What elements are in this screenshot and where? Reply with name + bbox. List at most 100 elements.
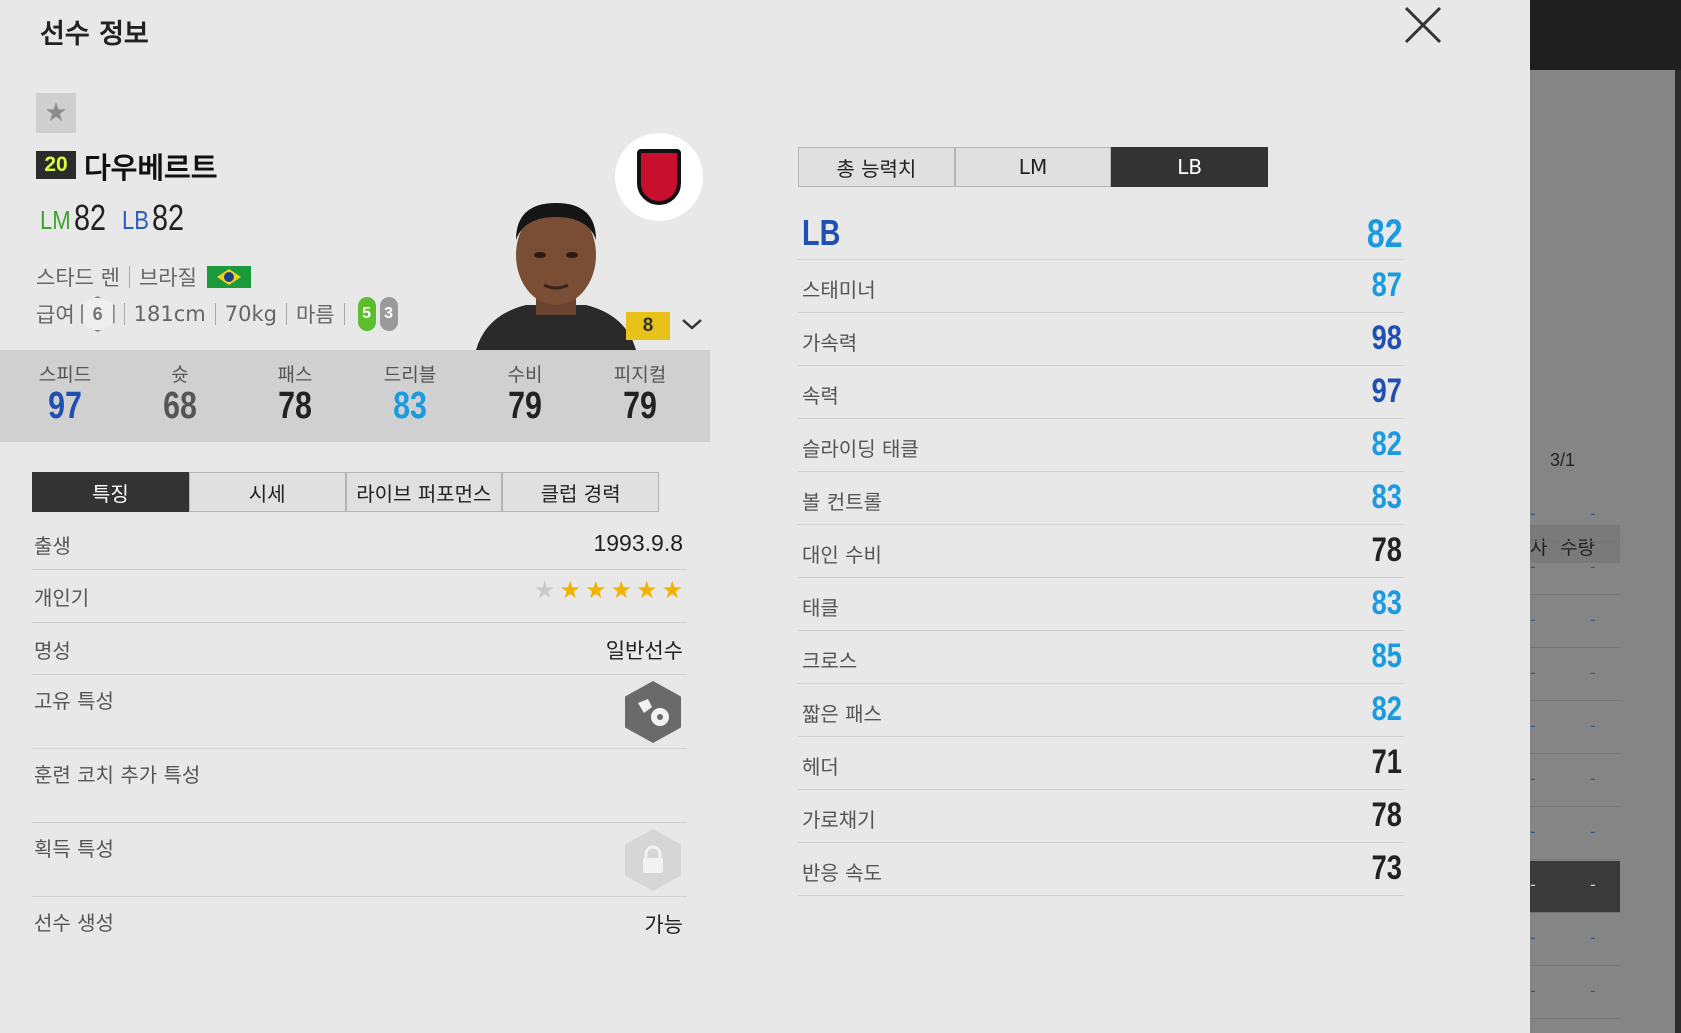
attribute-row: 스태미너 87 <box>798 260 1404 313</box>
attribute-row: 가로채기 78 <box>798 790 1404 843</box>
chevron-down-icon[interactable] <box>680 314 704 334</box>
background-cell: - <box>1530 504 1536 523</box>
popularity-label: 개인기 <box>34 586 90 610</box>
background-app: 3/1 사 수량 -------------------- <box>1530 0 1681 1033</box>
attribute-label: 슬라이딩 태클 <box>802 437 919 461</box>
attribute-row: 속력 97 <box>798 366 1404 419</box>
background-cell: - <box>1590 822 1596 841</box>
background-table-row[interactable]: -- <box>1530 861 1620 913</box>
height: 181cm <box>133 302 206 326</box>
player-create-label: 선수 생성 <box>34 911 114 935</box>
background-cell: - <box>1530 875 1536 894</box>
left-foot-icon: 5 <box>357 297 376 331</box>
background-table-row[interactable]: -- <box>1530 914 1620 966</box>
attribute-position-label: LB <box>802 212 841 253</box>
favorite-star-button[interactable]: ★ <box>36 93 76 133</box>
attribute-position-value: 82 <box>1366 212 1402 256</box>
attribute-value: 71 <box>1371 743 1402 781</box>
position-value-lm: 82 <box>74 197 107 238</box>
player-create-row: 선수 생성 가능 <box>32 897 687 951</box>
attribute-row: 짧은 패스 82 <box>798 684 1404 737</box>
background-table-row[interactable]: -- <box>1530 596 1620 648</box>
reputation-row: 명성 일반선수 <box>32 623 687 675</box>
background-cell: - <box>1530 981 1536 1000</box>
player-physical-info: 급여 6 181cm 70kg 마름 5 3 <box>36 296 398 332</box>
attribute-value: 82 <box>1371 425 1402 463</box>
background-table-row[interactable]: -- <box>1530 649 1620 701</box>
background-table-row[interactable]: -- <box>1530 490 1620 542</box>
tab-info-3[interactable]: 클럽 경력 <box>502 472 659 512</box>
background-cell: - <box>1590 769 1596 788</box>
tab-position-0[interactable]: 총 능력치 <box>798 147 955 187</box>
modal-title: 선수 정보 <box>40 19 149 50</box>
star-icon: ★ <box>559 576 581 604</box>
divider <box>285 303 287 325</box>
background-page-indicator: 3/1 <box>1550 450 1576 470</box>
divider <box>343 303 345 325</box>
background-cell: - <box>1530 663 1536 682</box>
background-scrollbar[interactable] <box>1675 70 1681 1033</box>
player-photo <box>476 203 636 350</box>
enhance-level-badge[interactable]: 8 <box>626 312 670 340</box>
background-cell: - <box>1530 928 1536 947</box>
attribute-label: 짧은 패스 <box>802 702 882 726</box>
stat-label: 피지컬 <box>613 364 667 386</box>
club-crest-icon <box>637 149 681 205</box>
tab-info-2[interactable]: 라이브 퍼포먼스 <box>345 472 503 512</box>
background-table-row[interactable]: -- <box>1530 755 1620 807</box>
background-table-row[interactable]: -- <box>1530 543 1620 595</box>
popularity-row: 개인기 ★ ★ ★ ★ ★ ★ <box>32 570 687 623</box>
trait-icon[interactable] <box>625 681 681 743</box>
salary-badge: 6 <box>80 296 115 332</box>
attribute-label: 헤더 <box>802 755 839 779</box>
attribute-value: 78 <box>1371 796 1402 834</box>
background-panel: 3/1 사 수량 -------------------- <box>1530 70 1681 1033</box>
birth-label: 출생 <box>34 534 71 558</box>
unique-trait-label: 고유 특성 <box>34 689 114 713</box>
soccer-ball-icon <box>638 699 669 726</box>
background-cell: - <box>1590 504 1596 523</box>
tab-info-1[interactable]: 시세 <box>188 472 346 512</box>
tab-position-2[interactable]: LB <box>1111 147 1269 187</box>
attribute-row: 슬라이딩 태클 82 <box>798 419 1404 472</box>
attribute-value: 85 <box>1371 637 1402 675</box>
stat-label: 수비 <box>507 364 543 386</box>
background-table-row[interactable]: -- <box>1530 967 1620 1019</box>
star-icon: ★ <box>533 576 556 604</box>
attribute-value: 83 <box>1371 584 1402 622</box>
close-icon[interactable] <box>1400 2 1446 48</box>
attribute-value: 73 <box>1371 849 1402 887</box>
acquired-trait-label: 획득 특성 <box>34 837 114 861</box>
tab-position-1[interactable]: LM <box>954 147 1112 187</box>
tab-info-0[interactable]: 특징 <box>32 472 189 512</box>
background-cell: - <box>1530 716 1536 735</box>
background-cell: - <box>1590 716 1596 735</box>
player-club-nation: 스타드 렌 브라질 <box>36 262 251 292</box>
stat-value: 68 <box>163 385 197 427</box>
background-table-row[interactable]: -- <box>1530 702 1620 754</box>
player-info-modal: 선수 정보 ★ 20 다우베르트 LM 82 LB 82 스타드 렌 브라질 급… <box>0 0 1530 1033</box>
divider <box>123 303 125 325</box>
star-icon: ★ <box>635 576 658 604</box>
info-tabs: 특징 시세 라이브 퍼포먼스 클럽 경력 <box>32 472 659 512</box>
attribute-value: 83 <box>1371 478 1402 516</box>
nation-name: 브라질 <box>138 266 197 290</box>
background-cell: - <box>1590 928 1596 947</box>
attribute-row: 태클 83 <box>798 578 1404 631</box>
reputation-value: 일반선수 <box>605 639 683 663</box>
background-cell: - <box>1530 610 1536 629</box>
attribute-label: 크로스 <box>802 649 858 673</box>
attribute-row: 헤더 71 <box>798 737 1404 790</box>
attribute-header: LB 82 <box>798 208 1404 260</box>
stat-value: 97 <box>48 385 82 427</box>
player-name: 다우베르트 <box>84 151 218 185</box>
background-cell: - <box>1590 610 1596 629</box>
locked-trait-slot[interactable] <box>625 829 681 891</box>
background-table-row[interactable]: -- <box>1530 808 1620 860</box>
attribute-label: 가로채기 <box>802 808 876 832</box>
background-cell: - <box>1590 557 1596 576</box>
weight: 70kg <box>224 302 277 326</box>
position-value-lb: 82 <box>152 197 185 238</box>
attribute-row: 반응 속도 73 <box>798 843 1404 896</box>
club-name: 스타드 렌 <box>36 266 120 290</box>
